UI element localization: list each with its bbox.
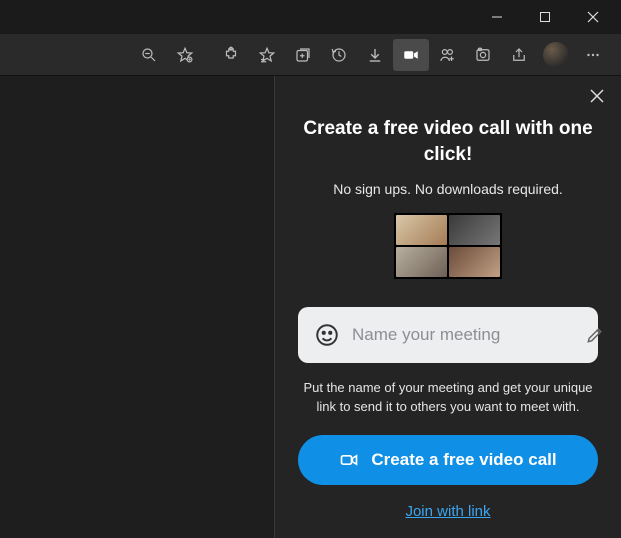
video-call-panel: Create a free video call with one click!… (275, 76, 621, 538)
video-thumb (396, 215, 447, 245)
cta-label: Create a free video call (371, 450, 556, 470)
extensions-icon[interactable] (213, 39, 249, 71)
download-icon[interactable] (357, 39, 393, 71)
web-capture-icon[interactable] (465, 39, 501, 71)
create-video-call-button[interactable]: Create a free video call (298, 435, 598, 485)
panel-title: Create a free video call with one click! (303, 116, 593, 167)
window-minimize-button[interactable] (475, 2, 519, 32)
window-maximize-button[interactable] (523, 2, 567, 32)
panel-subtitle: No sign ups. No downloads required. (333, 181, 563, 197)
performance-icon[interactable] (429, 39, 465, 71)
pencil-icon[interactable] (585, 325, 605, 345)
page-content (0, 76, 275, 538)
meeting-name-field[interactable] (298, 307, 598, 363)
window-close-button[interactable] (571, 2, 615, 32)
zoom-out-icon[interactable] (131, 39, 167, 71)
video-thumb (449, 247, 500, 277)
join-with-link[interactable]: Join with link (405, 503, 490, 520)
video-preview-illustration (394, 213, 502, 279)
profile-avatar[interactable] (543, 42, 569, 68)
video-call-icon[interactable] (393, 39, 429, 71)
panel-close-button[interactable] (587, 86, 607, 106)
history-icon[interactable] (321, 39, 357, 71)
video-thumb (396, 247, 447, 277)
video-thumb (449, 215, 500, 245)
meeting-name-input[interactable] (352, 325, 573, 345)
more-menu-icon[interactable] (575, 39, 611, 71)
favorite-star-icon[interactable] (167, 39, 203, 71)
favorites-list-icon[interactable] (249, 39, 285, 71)
browser-toolbar (0, 34, 621, 76)
smiley-icon (314, 322, 340, 348)
page-body: Create a free video call with one click!… (0, 76, 621, 538)
collections-icon[interactable] (285, 39, 321, 71)
helper-text: Put the name of your meeting and get you… (300, 379, 596, 417)
share-icon[interactable] (501, 39, 537, 71)
window-titlebar (0, 0, 621, 34)
